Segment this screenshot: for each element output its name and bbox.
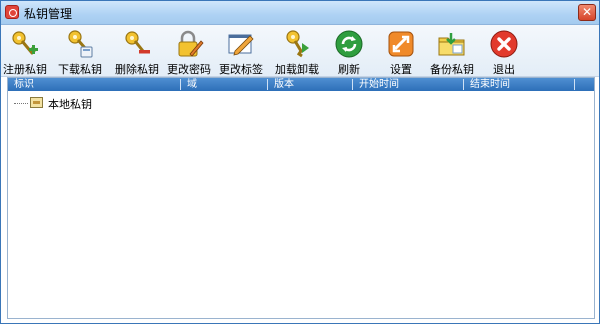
load-unload-button[interactable]: 加载卸载	[273, 27, 321, 76]
tree-item-label: 本地私钥	[48, 98, 92, 111]
backup-key-button[interactable]: 备份私钥	[429, 27, 475, 76]
title-bar[interactable]: 私钥管理 ✕	[1, 1, 599, 25]
key-list[interactable]: 标识 域 版本 开始时间 结束时间 本地私钥	[7, 77, 595, 319]
key-manager-window: 私钥管理 ✕ 注册私钥 下载私钥 删除私钥 更改密码 更改标签 加载卸载 刷新 …	[0, 0, 600, 324]
column-divider[interactable]	[574, 79, 575, 90]
download-key-button[interactable]: 下载私钥	[57, 27, 103, 76]
close-button[interactable]: ✕	[578, 4, 596, 21]
key-load-icon	[286, 30, 309, 58]
exit-icon	[490, 30, 518, 58]
key-delete-icon	[125, 31, 150, 54]
change-password-label: 更改密码	[167, 63, 211, 76]
tree-connector	[14, 103, 28, 104]
settings-icon	[388, 31, 414, 57]
exit-button[interactable]: 退出	[485, 27, 523, 76]
delete-key-button[interactable]: 删除私钥	[114, 27, 160, 76]
change-password-button[interactable]: 更改密码	[167, 27, 211, 76]
change-tag-label: 更改标签	[219, 63, 263, 76]
column-header-start-time[interactable]: 开始时间	[353, 78, 463, 91]
key-store-icon	[30, 97, 43, 108]
settings-label: 设置	[390, 63, 412, 76]
settings-button[interactable]: 设置	[381, 27, 421, 76]
refresh-icon	[335, 30, 363, 58]
lock-edit-icon	[178, 30, 204, 57]
folder-backup-icon	[438, 33, 465, 56]
change-tag-button[interactable]: 更改标签	[219, 27, 263, 76]
refresh-label: 刷新	[338, 63, 360, 76]
column-header-version[interactable]: 版本	[268, 78, 352, 91]
column-header-id[interactable]: 标识	[8, 78, 180, 91]
pencil-edit-icon	[228, 34, 254, 56]
table-header: 标识 域 版本 开始时间 结束时间	[8, 78, 594, 91]
app-icon	[5, 5, 19, 19]
column-header-domain[interactable]: 域	[181, 78, 267, 91]
refresh-button[interactable]: 刷新	[329, 27, 369, 76]
column-header-end-time[interactable]: 结束时间	[464, 78, 574, 91]
load-unload-label: 加载卸载	[275, 63, 319, 76]
register-key-label: 注册私钥	[3, 63, 47, 76]
backup-key-label: 备份私钥	[430, 63, 474, 76]
exit-label: 退出	[493, 63, 515, 76]
window-title: 私钥管理	[24, 7, 73, 21]
key-download-icon	[68, 30, 93, 58]
download-key-label: 下载私钥	[58, 63, 102, 76]
toolbar: 注册私钥 下载私钥 删除私钥 更改密码 更改标签 加载卸载 刷新 设置 备份私钥…	[1, 25, 599, 77]
key-add-icon	[12, 31, 38, 55]
delete-key-label: 删除私钥	[115, 63, 159, 76]
register-key-button[interactable]: 注册私钥	[3, 27, 47, 76]
